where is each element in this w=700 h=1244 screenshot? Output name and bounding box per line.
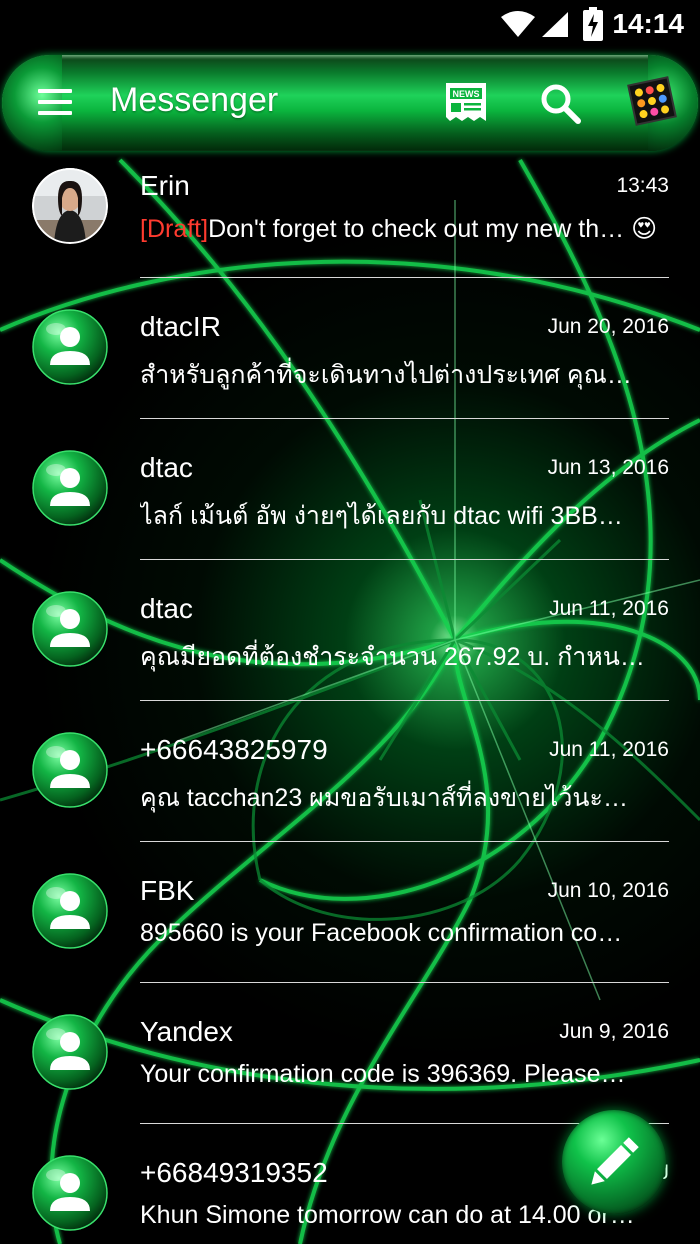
contact-name: FBK bbox=[140, 875, 195, 906]
contact-avatar bbox=[32, 309, 108, 385]
messenger-screen: 14:14 Messenger NEWS Erin 13:43 [Draft]D… bbox=[0, 0, 700, 1244]
app-bar: Messenger NEWS bbox=[2, 55, 698, 151]
cell-signal-icon bbox=[540, 10, 570, 43]
conversation-item[interactable]: dtac Jun 13, 2016 ไลก์ เม้นต์ อัพ ง่ายๆไ… bbox=[0, 440, 700, 581]
contact-name: dtac bbox=[140, 452, 193, 483]
message-snippet: คุณมียอดที่ต้องชำระจำนวน 267.92 บ. กำหน… bbox=[140, 643, 645, 671]
divider bbox=[140, 418, 669, 419]
status-time: 14:14 bbox=[612, 8, 684, 39]
contact-avatar bbox=[32, 591, 108, 667]
news-button[interactable]: NEWS bbox=[442, 79, 490, 127]
contact-avatar bbox=[32, 1014, 108, 1090]
message-date: Jun 10, 2016 bbox=[547, 879, 669, 902]
message-date: Jun 13, 2016 bbox=[547, 456, 669, 479]
message-snippet: สำหรับลูกค้าที่จะเดินทางไปต่างประเทศ คุณ… bbox=[140, 361, 632, 389]
contact-name: Yandex bbox=[140, 1016, 233, 1047]
search-button[interactable] bbox=[536, 79, 584, 127]
divider bbox=[140, 982, 669, 983]
conversation-item[interactable]: dtac Jun 11, 2016 คุณมียอดที่ต้องชำระจำน… bbox=[0, 581, 700, 722]
contact-avatar bbox=[32, 732, 108, 808]
divider bbox=[140, 700, 669, 701]
news-icon: NEWS bbox=[442, 83, 490, 131]
status-bar: 14:14 bbox=[0, 0, 700, 48]
message-snippet: 895660 is your Facebook confirmation co… bbox=[140, 919, 623, 947]
message-date: Jun 9, 2016 bbox=[559, 1020, 669, 1043]
battery-charging-icon bbox=[583, 7, 603, 46]
message-date: Jun 20, 2016 bbox=[547, 315, 669, 338]
message-snippet: [Draft]Don't forget to check out my new … bbox=[140, 214, 670, 244]
contact-name: +66643825979 bbox=[140, 734, 328, 765]
conversation-item[interactable]: Erin 13:43 [Draft]Don't forget to check … bbox=[0, 158, 700, 299]
emoji-theme-button[interactable] bbox=[626, 73, 678, 129]
conversation-item[interactable]: dtacIR Jun 20, 2016 สำหรับลูกค้าที่จะเดิ… bbox=[0, 299, 700, 440]
message-snippet: คุณ tacchan23 ผมขอรับเมาส์ที่ลงขายไว้นะ… bbox=[140, 784, 628, 812]
message-date: 13:43 bbox=[616, 174, 669, 197]
draft-tag: [Draft] bbox=[140, 215, 209, 243]
search-icon bbox=[536, 84, 584, 131]
message-date: Jun 11, 2016 bbox=[549, 738, 669, 761]
message-snippet: Your confirmation code is 396369. Please… bbox=[140, 1060, 626, 1088]
contact-avatar bbox=[32, 873, 108, 949]
emoji-theme-icon bbox=[626, 76, 678, 133]
snippet-text: Don't forget to check out my new th… 😍 bbox=[208, 215, 658, 243]
compose-button[interactable] bbox=[562, 1110, 666, 1214]
conversation-item[interactable]: +66643825979 Jun 11, 2016 คุณ tacchan23 … bbox=[0, 722, 700, 863]
contact-avatar bbox=[32, 450, 108, 526]
divider bbox=[140, 559, 669, 560]
contact-name: dtac bbox=[140, 593, 193, 624]
wifi-icon bbox=[500, 10, 536, 43]
contact-name: dtacIR bbox=[140, 311, 221, 342]
contact-name: Erin bbox=[140, 170, 190, 201]
message-date: Jun 11, 2016 bbox=[549, 597, 669, 620]
message-snippet: ไลก์ เม้นต์ อัพ ง่ายๆได้เลยกับ dtac wifi… bbox=[140, 502, 623, 530]
app-title: Messenger bbox=[110, 81, 279, 119]
contact-photo-avatar bbox=[32, 168, 108, 244]
news-label: NEWS bbox=[453, 89, 480, 99]
divider bbox=[140, 841, 669, 842]
contact-name: +66849319352 bbox=[140, 1157, 328, 1188]
conversation-item[interactable]: FBK Jun 10, 2016 895660 is your Facebook… bbox=[0, 863, 700, 1004]
contact-avatar bbox=[32, 1155, 108, 1231]
divider bbox=[140, 277, 669, 278]
menu-button[interactable] bbox=[32, 83, 78, 123]
